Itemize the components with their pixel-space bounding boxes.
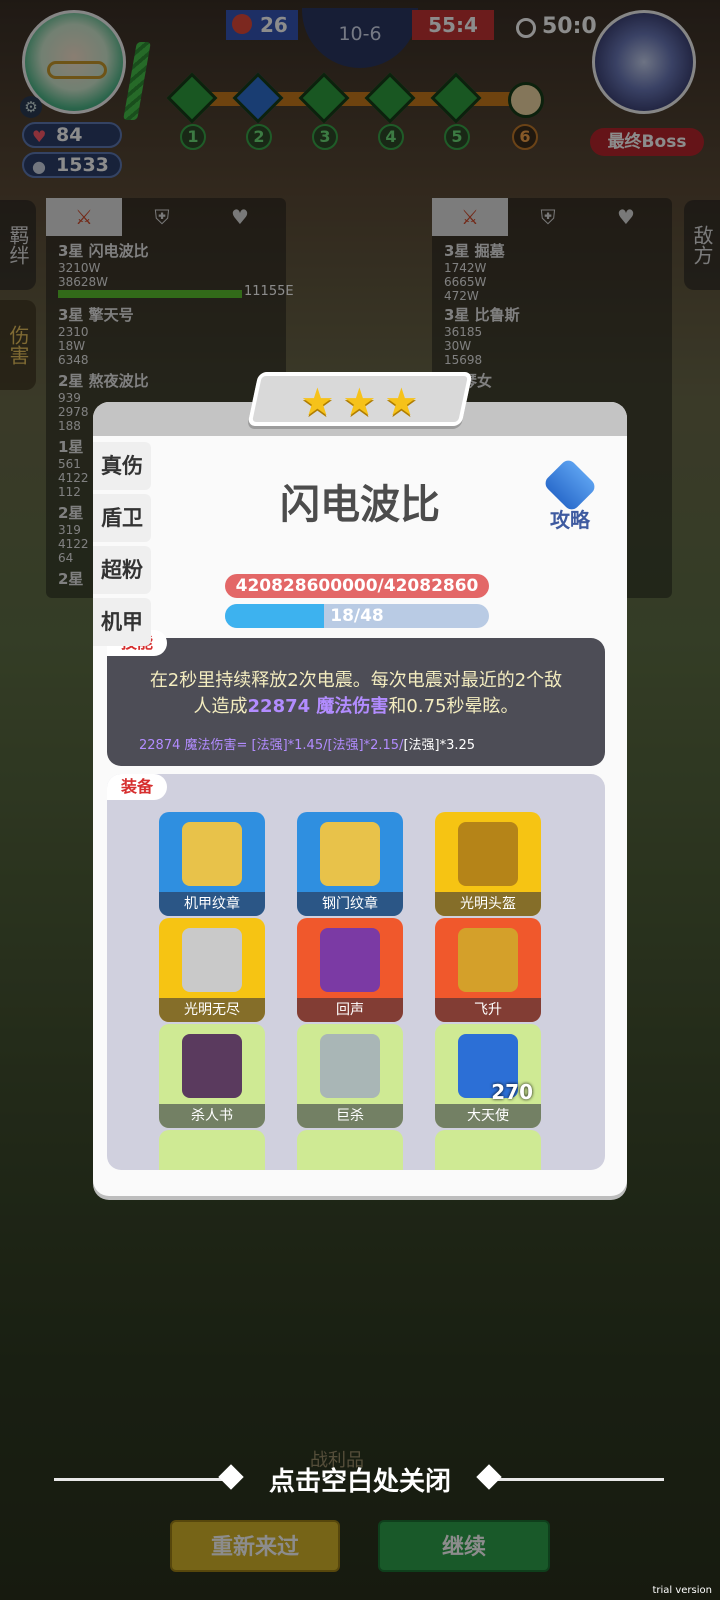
sword-icon xyxy=(320,1034,380,1098)
class-tab[interactable]: 真伤 xyxy=(93,442,151,490)
equipment-label: 巨杀 xyxy=(297,1104,403,1128)
skill-desc-part: 和0.75秒晕眩。 xyxy=(388,696,519,717)
mana-bar: 18/48 xyxy=(225,604,489,628)
formula-part: [法强]*3.25 xyxy=(403,738,476,753)
hp-bar: 420828600000/42082860 xyxy=(225,574,489,598)
equipment-label: 大天使 xyxy=(435,1104,541,1128)
hero-detail-modal: ★ ★ ★ 真伤 盾卫 超粉 机甲 闪电波比 攻略 420828600000/4… xyxy=(93,372,627,1196)
equipment-slot[interactable]: 270 大天使 xyxy=(435,1024,541,1128)
skill-panel: 技能 在2秒里持续释放2次电震。每次电震对最近的2个敌 人造成22874 魔法伤… xyxy=(107,630,605,766)
equipment-slot[interactable]: 回声 xyxy=(297,918,403,1022)
close-hint[interactable]: 点击空白处关闭 xyxy=(0,1462,720,1502)
equipment-label: 钢门纹章 xyxy=(297,892,403,916)
sword-icon xyxy=(182,928,242,992)
equipment-panel: 装备 机甲纹章 钢门纹章 光明头盔 光明无尽 回声 飞升 杀人书 巨杀 270 大… xyxy=(107,774,605,1170)
skill-desc-line: 在2秒里持续释放2次电震。每次电震对最近的2个敌 xyxy=(149,670,563,691)
star-icon: ★ xyxy=(384,380,419,424)
skill-desc-part: 人造成 xyxy=(193,696,248,717)
skill-desc-line: 人造成22874 魔法伤害和0.75秒晕眩。 xyxy=(127,694,585,720)
star-icon: ★ xyxy=(342,380,377,424)
equipment-slot[interactable]: 光明头盔 xyxy=(435,812,541,916)
equipment-label: 光明无尽 xyxy=(159,998,265,1022)
class-tab[interactable]: 机甲 xyxy=(93,598,151,646)
equipment-slot[interactable]: 飞升 xyxy=(435,918,541,1022)
equipment-slot[interactable] xyxy=(297,1130,403,1170)
skill-description: 在2秒里持续释放2次电震。每次电震对最近的2个敌 人造成22874 魔法伤害和0… xyxy=(127,668,585,720)
mana-text: 18/48 xyxy=(330,606,384,626)
skill-formula: 22874 魔法伤害= [法强]*1.45/[法强]*2.15/[法强]*3.2… xyxy=(139,734,475,753)
trial-watermark: trial version xyxy=(652,1585,712,1596)
emblem-icon xyxy=(320,822,380,886)
equipment-label: 机甲纹章 xyxy=(159,892,265,916)
equipment-label: 回声 xyxy=(297,998,403,1022)
equipment-slot[interactable] xyxy=(159,1130,265,1170)
orb-icon xyxy=(320,928,380,992)
formula-part: 22874 魔法伤害= [法强]*1.45/[法强]*2.15/ xyxy=(139,738,404,753)
equipment-slot[interactable]: 钢门纹章 xyxy=(297,812,403,916)
skill-damage-highlight: 22874 魔法伤害 xyxy=(247,696,389,717)
equipment-slot[interactable]: 杀人书 xyxy=(159,1024,265,1128)
equipment-slot[interactable]: 机甲纹章 xyxy=(159,812,265,916)
class-tabs: 真伤 盾卫 超粉 机甲 xyxy=(93,442,157,650)
class-tab[interactable]: 超粉 xyxy=(93,546,151,594)
guide-button[interactable]: 攻略 xyxy=(535,457,605,532)
class-tab[interactable]: 盾卫 xyxy=(93,494,151,542)
emblem-icon xyxy=(182,822,242,886)
helmet-icon xyxy=(458,822,518,886)
book-icon xyxy=(182,1034,242,1098)
equipment-slot[interactable] xyxy=(435,1130,541,1170)
equipment-slot[interactable]: 巨杀 xyxy=(297,1024,403,1128)
equipment-label: 飞升 xyxy=(435,998,541,1022)
equipment-slot[interactable]: 光明无尽 xyxy=(159,918,265,1022)
equipment-tag: 装备 xyxy=(107,774,168,800)
equipment-label: 杀人书 xyxy=(159,1104,265,1128)
orb-icon xyxy=(458,928,518,992)
item-count: 270 xyxy=(491,1080,533,1104)
star-icon: ★ xyxy=(300,380,335,424)
equipment-label: 光明头盔 xyxy=(435,892,541,916)
star-rating: ★ ★ ★ xyxy=(247,372,473,426)
